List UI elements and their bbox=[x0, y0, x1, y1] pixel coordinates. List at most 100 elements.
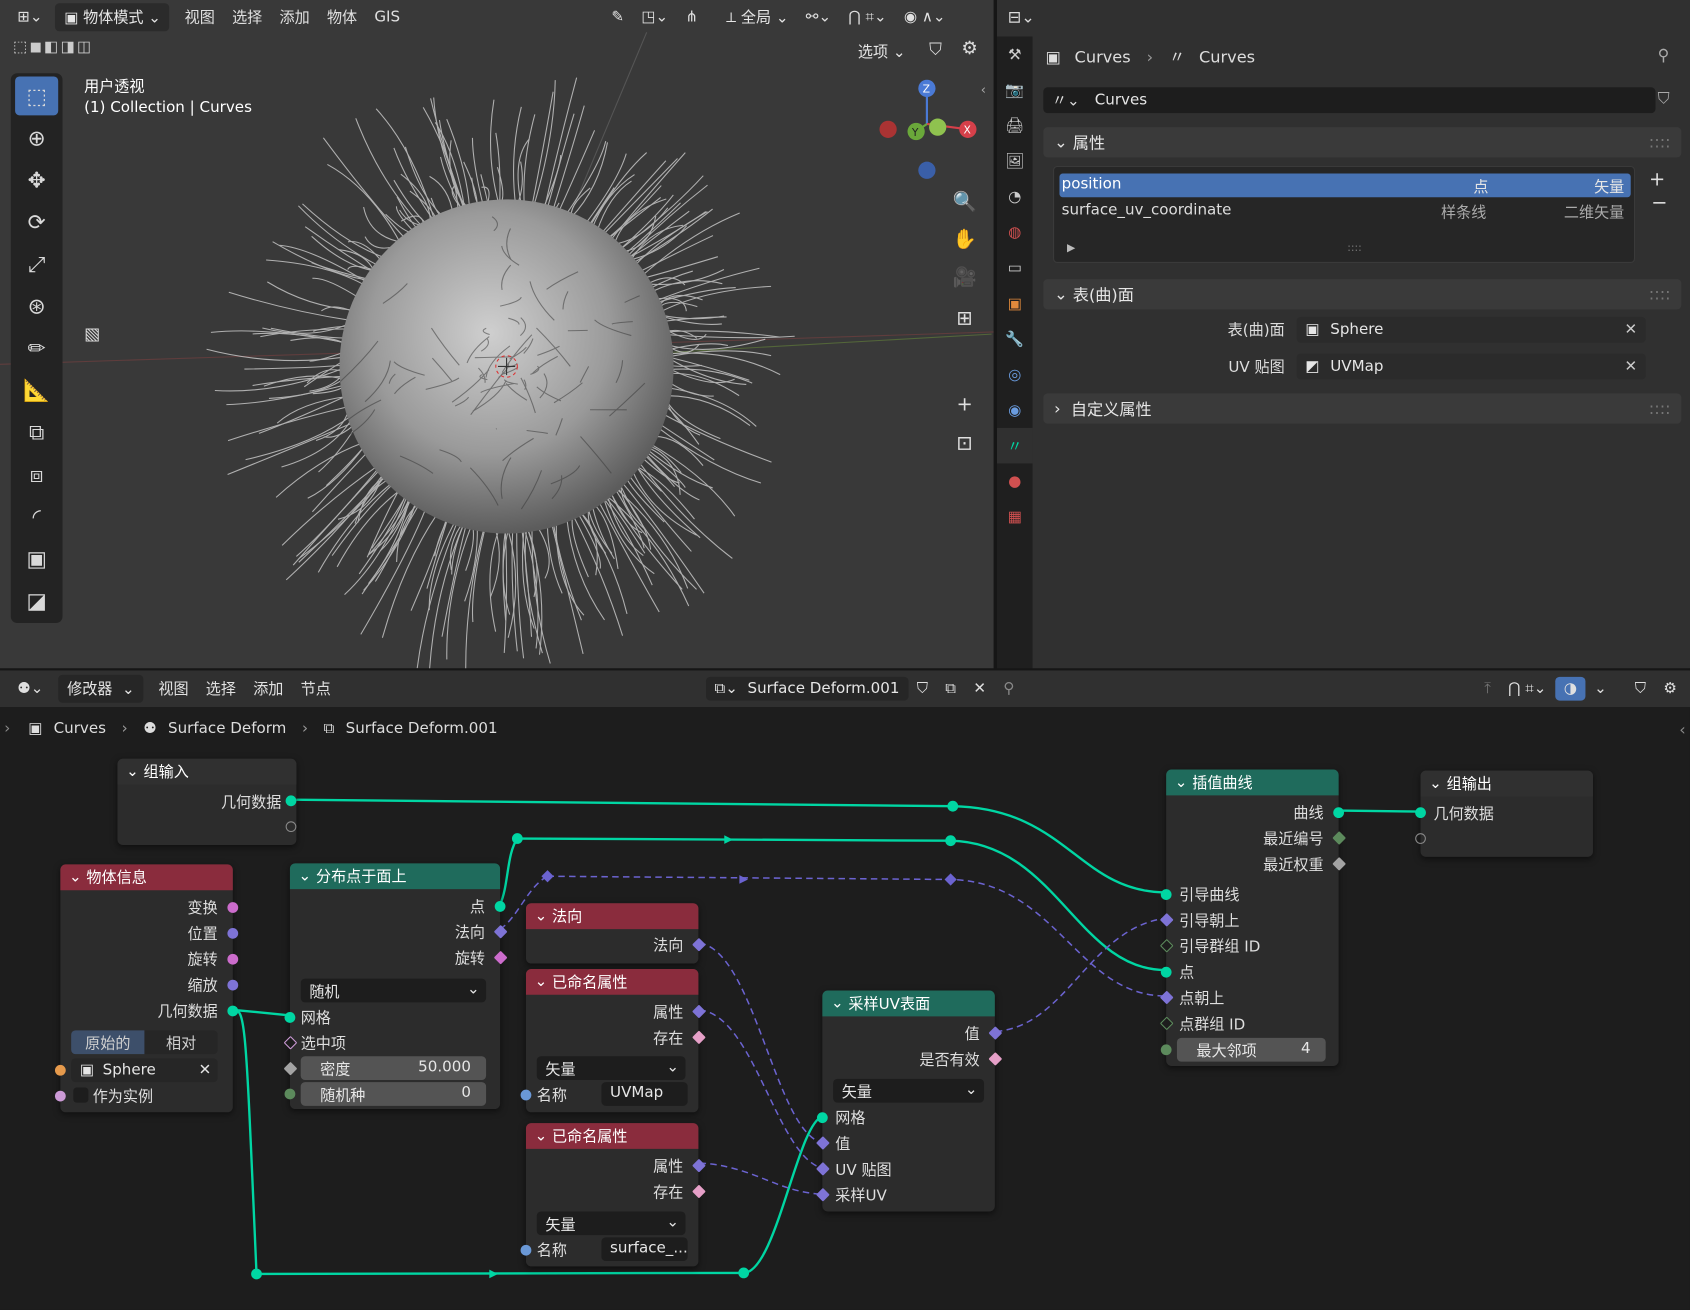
tab-object-icon[interactable]: ▣ bbox=[997, 286, 1033, 322]
add-cube-tool-icon[interactable]: ⧉ bbox=[15, 413, 58, 452]
transform-orientation-dropdown[interactable]: ⟂ 全局 ⌄ bbox=[717, 3, 797, 31]
transform-tool-icon[interactable]: ⊛ bbox=[15, 287, 58, 326]
input-socket[interactable] bbox=[284, 1012, 296, 1023]
menu-select[interactable]: 选择 bbox=[223, 3, 270, 31]
3d-viewport[interactable]: ⊞⌄ ▣ 物体模式 ⌄ 视图 选择 添加 物体 GIS ✎ ◳⌄ ⋔ ⟂ 全局 … bbox=[0, 0, 994, 669]
transform-space-toggle[interactable]: 原始的 相对 bbox=[71, 1030, 218, 1055]
input-socket[interactable] bbox=[54, 1064, 66, 1076]
node-header[interactable]: ⌄ 组输入 bbox=[117, 758, 297, 785]
add-icon[interactable]: + bbox=[948, 388, 980, 420]
distribute-points-node[interactable]: ⌄ 分布点于面上 点 法向 旋转 随机 ⌄ 网格 选中项 密度 50.000 随机… bbox=[283, 863, 508, 1110]
select-box-tool-icon[interactable]: ⬚ bbox=[15, 76, 59, 116]
data-type-dropdown[interactable]: 矢量 ⌄ bbox=[536, 1211, 686, 1236]
group-input-node[interactable]: ⌄ 组输入 几何数据 bbox=[117, 758, 297, 845]
output-socket[interactable] bbox=[227, 927, 239, 939]
tab-physics-icon[interactable]: ◉ bbox=[997, 392, 1033, 428]
clear-uvmap-icon[interactable]: ✕ bbox=[1625, 358, 1638, 375]
menu-view[interactable]: 视图 bbox=[176, 3, 223, 31]
node-editor[interactable]: ⚉⌄ 修改器 ⌄ 视图 选择 添加 节点 ⧉⌄ Surface Deform.0… bbox=[0, 670, 1690, 1310]
object-field[interactable]: ▣ Sphere ✕ bbox=[71, 1058, 218, 1083]
editor-type-icon[interactable]: ⊞⌄ bbox=[9, 5, 52, 29]
input-socket[interactable] bbox=[520, 1244, 532, 1256]
rotate-tool-icon[interactable]: ⟳ bbox=[15, 203, 58, 242]
remove-attribute-button[interactable]: − bbox=[1651, 192, 1667, 215]
input-socket[interactable] bbox=[520, 1089, 532, 1101]
properties-editor-type-icon[interactable]: ⊟⌄ bbox=[1008, 8, 1035, 27]
output-socket[interactable] bbox=[285, 795, 297, 807]
attribute-name-field[interactable]: surface_... bbox=[601, 1237, 688, 1262]
brush-icon[interactable]: ◳⌄ bbox=[633, 5, 677, 29]
output-socket[interactable] bbox=[494, 901, 506, 912]
frame-tool-icon[interactable]: ▣ bbox=[15, 539, 58, 578]
attribute-row[interactable]: surface_uv_coordinate 样条线 二维矢量 bbox=[1059, 199, 1630, 223]
tab-render-icon[interactable]: 📷 bbox=[997, 72, 1033, 108]
pivot-icon[interactable]: ⚯⌄ bbox=[797, 5, 840, 29]
snap-icon[interactable]: ⋂ ⌗⌄ bbox=[840, 5, 896, 29]
input-socket[interactable] bbox=[54, 1090, 66, 1102]
options-dropdown[interactable]: 选项 ⌄ bbox=[849, 38, 914, 66]
object-info-node[interactable]: ⌄ 物体信息 变换 位置 旋转 缩放 几何数据 原始的 相对 ▣ Sphere … bbox=[54, 864, 239, 1113]
tab-particles-icon[interactable]: ◎ bbox=[997, 357, 1033, 393]
collapse-toolbar-icon[interactable]: ▧ bbox=[84, 323, 100, 343]
mode-dropdown[interactable]: ▣ 物体模式 ⌄ bbox=[55, 3, 170, 32]
normal-node[interactable]: ⌄ 法向 法向 bbox=[525, 903, 706, 964]
filter-icon[interactable]: ⛉ bbox=[929, 39, 942, 61]
output-socket[interactable] bbox=[227, 979, 239, 991]
datablock-selector[interactable]: 〃⌄ Curves bbox=[1043, 87, 1656, 114]
annotate-tool-icon[interactable]: ✏ bbox=[15, 329, 58, 368]
menu-gis[interactable]: GIS bbox=[366, 5, 409, 29]
tab-world-icon[interactable]: ◍ bbox=[997, 214, 1033, 250]
empty-socket[interactable] bbox=[285, 821, 297, 833]
tab-material-icon[interactable]: ● bbox=[997, 463, 1033, 499]
attributes-list[interactable]: position 点 矢量 surface_uv_coordinate 样条线 … bbox=[1053, 165, 1636, 263]
menu-object[interactable]: 物体 bbox=[318, 3, 365, 31]
menu-add[interactable]: 添加 bbox=[271, 3, 318, 31]
output-socket[interactable] bbox=[227, 953, 239, 965]
surface-object-field[interactable]: ▣ Sphere ✕ bbox=[1296, 316, 1646, 343]
tab-texture-icon[interactable]: ▦ bbox=[997, 499, 1033, 535]
custom-props-panel-header[interactable]: › 自定义属性:::: bbox=[1043, 393, 1682, 424]
data-type-dropdown[interactable]: 矢量 ⌄ bbox=[833, 1078, 985, 1103]
tab-original[interactable]: 原始的 bbox=[71, 1030, 145, 1055]
node-header[interactable]: ⌄ 分布点于面上 bbox=[289, 863, 501, 890]
tab-tool-icon[interactable]: ⚒ bbox=[997, 37, 1033, 73]
input-socket[interactable] bbox=[1160, 1044, 1172, 1056]
named-attribute-node[interactable]: ⌄ 已命名属性 属性 存在 矢量 ⌄ 名称 UVMap bbox=[520, 968, 706, 1113]
uvmap-field[interactable]: ◩ UVMap ✕ bbox=[1296, 353, 1646, 380]
fake-user-shield-icon[interactable]: ⛉ bbox=[1658, 88, 1670, 107]
list-resize-handle[interactable]: :::: bbox=[1347, 243, 1362, 255]
list-expand-icon[interactable]: ▶ bbox=[1067, 243, 1075, 255]
move-tool-icon[interactable]: ✥ bbox=[15, 161, 58, 200]
data-type-dropdown[interactable]: 矢量 ⌄ bbox=[536, 1056, 686, 1080]
density-tool-icon[interactable]: ⧈ bbox=[15, 455, 58, 494]
pin-icon[interactable]: ⚲ bbox=[1658, 45, 1670, 64]
tab-collection-icon[interactable]: ▭ bbox=[997, 250, 1033, 286]
input-socket[interactable] bbox=[1160, 966, 1172, 978]
input-socket[interactable] bbox=[1415, 807, 1426, 819]
measure-tool-icon[interactable]: 📐 bbox=[15, 371, 58, 410]
curve-tool-icon[interactable]: ◜ bbox=[15, 497, 58, 536]
as-instance-checkbox[interactable] bbox=[73, 1087, 89, 1103]
node-header[interactable]: ⌄ 法向 bbox=[525, 903, 699, 930]
attribute-row-selected[interactable]: position 点 矢量 bbox=[1059, 173, 1631, 198]
sample-uv-surface-node[interactable]: ⌄ 采样UV表面 值 是否有效 矢量 ⌄ 网格 值 UV 贴图 采样UV bbox=[816, 990, 1003, 1212]
node-header[interactable]: ⌄ 已命名属性 bbox=[525, 968, 699, 995]
cursor-tool-icon[interactable]: ⊕ bbox=[15, 119, 58, 158]
tab-curves-data-icon[interactable]: 〃 bbox=[996, 427, 1033, 464]
scale-tool-icon[interactable]: ⤢ bbox=[15, 245, 58, 284]
tab-relative[interactable]: 相对 bbox=[144, 1030, 217, 1054]
output-socket[interactable] bbox=[227, 902, 239, 913]
node-header[interactable]: ⌄ 已命名属性 bbox=[525, 1123, 699, 1149]
empty-socket[interactable] bbox=[1415, 833, 1426, 844]
named-attribute-node[interactable]: ⌄ 已命名属性 属性 存在 矢量 ⌄ 名称 surface_... bbox=[520, 1123, 706, 1267]
max-neighbors-field[interactable]: 最大邻项 4 bbox=[1176, 1037, 1326, 1062]
clear-surface-icon[interactable]: ✕ bbox=[1625, 321, 1638, 338]
knife-tool-icon[interactable]: ◪ bbox=[15, 581, 58, 620]
sidebar-toggle-icon[interactable]: ‹ bbox=[981, 82, 986, 97]
output-socket[interactable] bbox=[227, 1005, 239, 1017]
camera-icon[interactable]: 🎥 bbox=[948, 261, 980, 293]
seed-field[interactable]: 随机种 0 bbox=[300, 1082, 487, 1106]
interpolate-curves-node[interactable]: ⌄ 插值曲线 曲线 最近编号 最近权重 引导曲线 引导朝上 引导群组 ID 点 … bbox=[1159, 769, 1347, 1066]
input-socket[interactable] bbox=[284, 1088, 296, 1100]
navigation-gizmo[interactable]: Z Y X bbox=[873, 75, 981, 183]
